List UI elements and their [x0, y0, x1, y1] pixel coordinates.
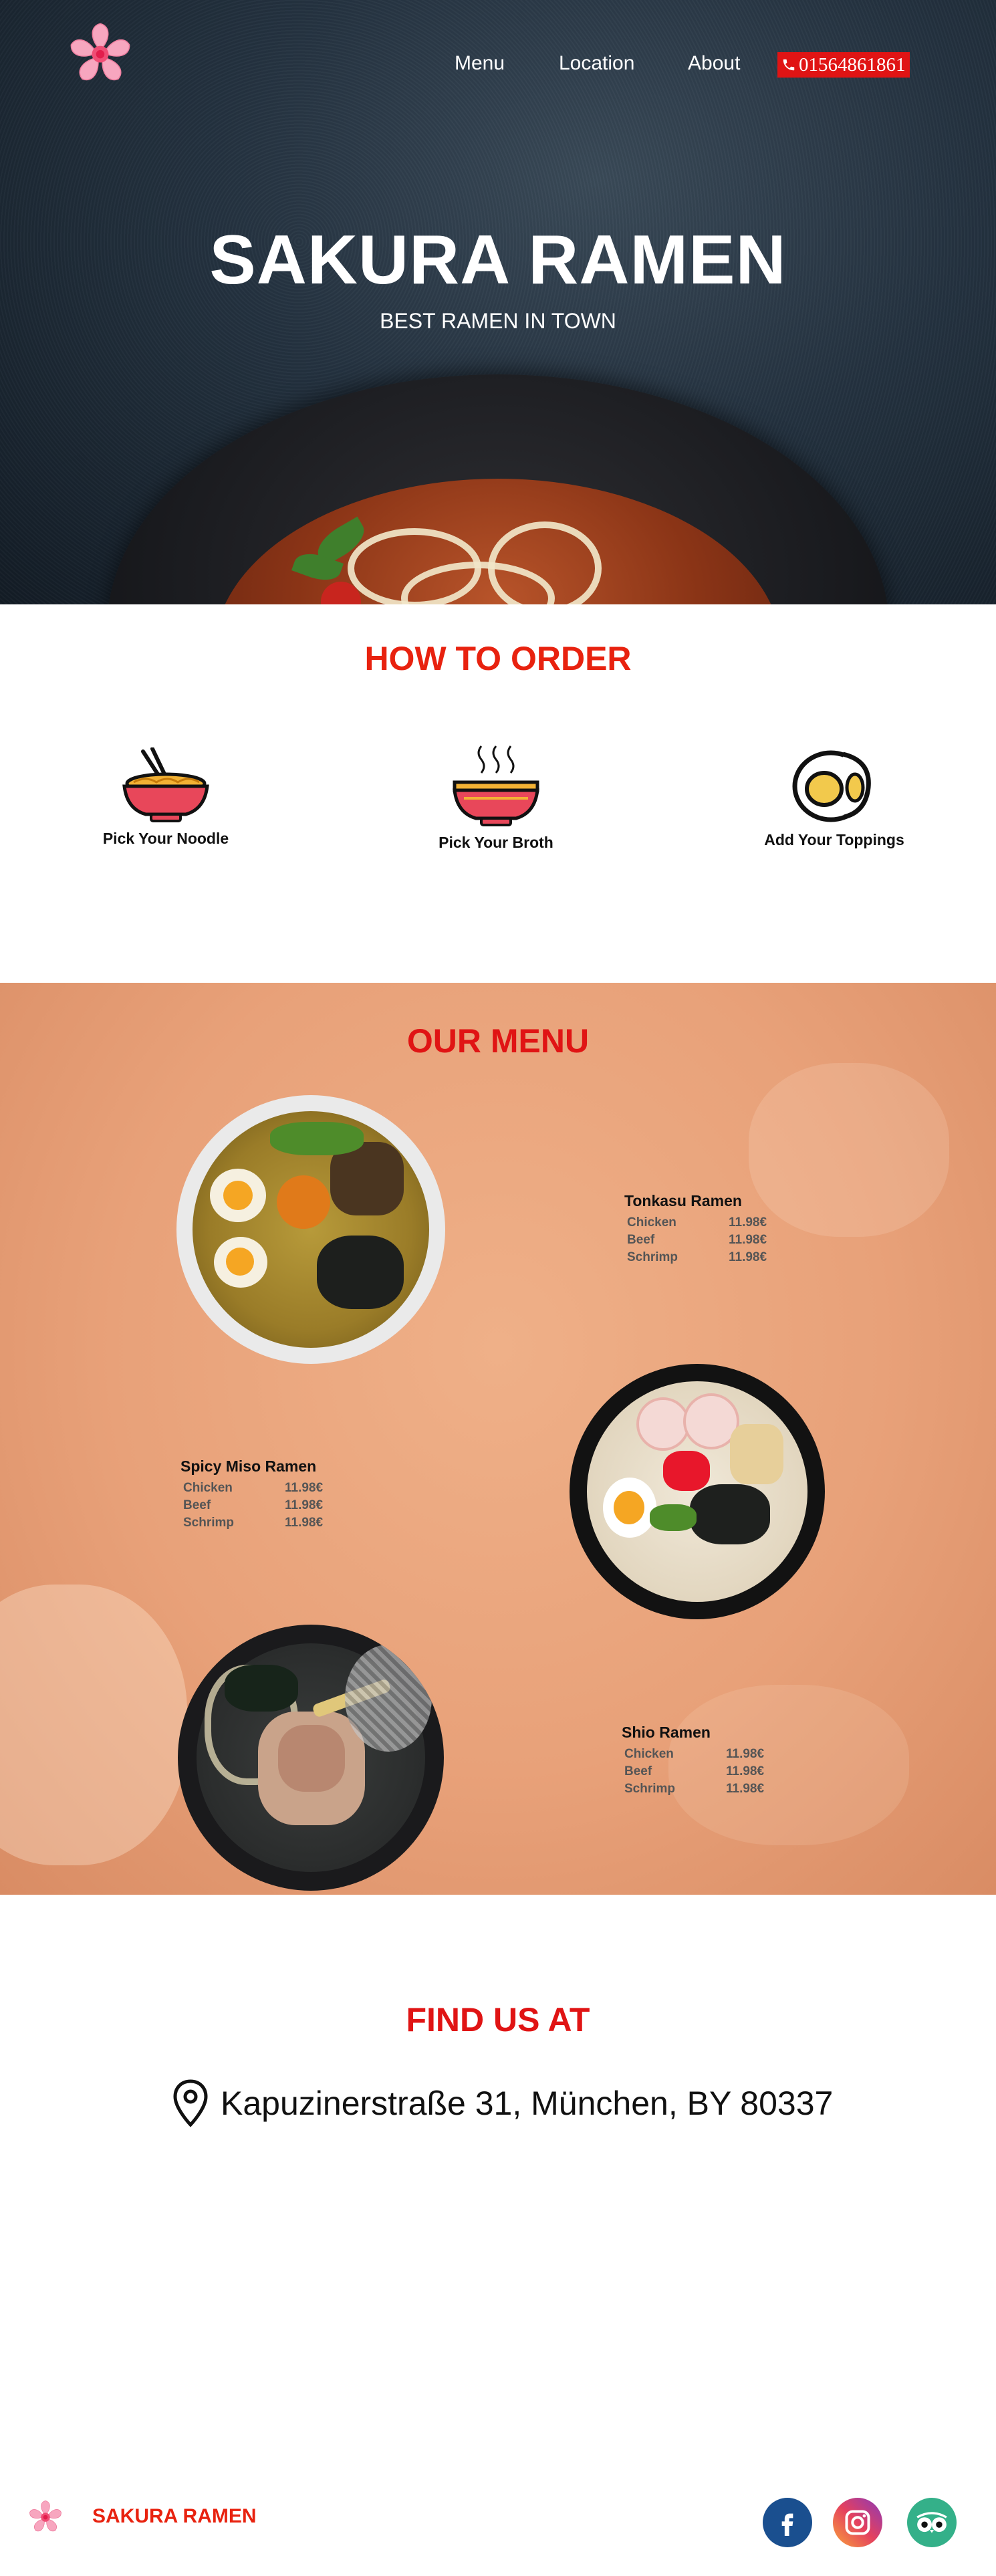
menu-option-row[interactable]: Chicken 11.98€: [624, 1214, 767, 1232]
menu-item-spicy-miso[interactable]: Spicy Miso Ramen Chicken 11.98€ Beef 11.98…: [180, 1457, 323, 1532]
option-price: 11.98€: [729, 1233, 767, 1247]
menu-item-name: Shio Ramen: [622, 1724, 711, 1741]
menu-option-row[interactable]: Schrimp 11.98€: [180, 1514, 323, 1532]
address[interactable]: Kapuzinerstraße 31, München, BY 80337: [172, 2079, 833, 2127]
menu-title: OUR MENU: [406, 1022, 590, 1060]
spicy-miso-ramen-image: [570, 1364, 825, 1619]
tonkasu-ramen-image: [176, 1095, 445, 1364]
option-label: Schrimp: [183, 1516, 235, 1530]
step-label: Pick Your Noodle: [102, 830, 229, 847]
menu-option-row[interactable]: Beef 11.98€: [622, 1763, 764, 1780]
menu-option-row[interactable]: Schrimp 11.98€: [622, 1780, 764, 1798]
option-price: 11.98€: [729, 1250, 767, 1264]
noodle-bowl-icon: [122, 747, 209, 822]
option-price: 11.98€: [726, 1782, 765, 1796]
sakura-logo-icon[interactable]: [27, 2498, 64, 2535]
option-label: Chicken: [627, 1215, 676, 1230]
broth-bowl-icon: [453, 745, 539, 826]
step-pick-noodle: Pick Your Noodle: [86, 747, 246, 848]
option-price: 11.98€: [729, 1215, 767, 1230]
map-pin-icon: [173, 2079, 208, 2127]
address-text: Kapuzinerstraße 31, München, BY 80337: [221, 2085, 834, 2122]
step-add-toppings: Add Your Toppings: [754, 747, 914, 849]
menu-item-tonkasu[interactable]: Tonkasu Ramen Chicken 11.98€ Beef 11.98€ S…: [624, 1192, 767, 1266]
option-label: Schrimp: [627, 1250, 678, 1264]
option-label: Beef: [624, 1764, 652, 1778]
phone-number: 01564861861: [799, 53, 906, 76]
egg-icon: [792, 750, 871, 822]
menu-item-name: Spicy Miso Ramen: [180, 1457, 317, 1475]
how-to-order-title: HOW TO ORDER: [364, 640, 632, 677]
find-us-title: FIND US AT: [406, 2001, 590, 2038]
hero-title: SAKURA RAMEN: [209, 221, 787, 299]
nav-location[interactable]: Location: [559, 52, 634, 75]
menu-item-shio[interactable]: Shio Ramen Chicken 11.98€ Beef 11.98€ Schr…: [622, 1724, 764, 1798]
step-label: Add Your Toppings: [764, 831, 904, 848]
hero-section: Menu Location About 01564861861 SAKURA R…: [0, 0, 996, 604]
hero-tagline: BEST RAMEN IN TOWN: [380, 309, 616, 333]
menu-section: OUR MENU Tonkasu Ramen Chicken 11.98€ Bee…: [0, 983, 996, 1895]
nav-menu[interactable]: Menu: [455, 52, 505, 75]
tripadvisor-icon[interactable]: [907, 2498, 957, 2547]
menu-option-row[interactable]: Beef 11.98€: [624, 1232, 767, 1249]
menu-option-row[interactable]: Schrimp 11.98€: [624, 1249, 767, 1266]
option-price: 11.98€: [285, 1516, 324, 1530]
phone-button[interactable]: 01564861861: [777, 52, 910, 78]
step-pick-broth: Pick Your Broth: [416, 743, 576, 852]
menu-option-row[interactable]: Chicken 11.98€: [180, 1480, 323, 1497]
nav-about[interactable]: About: [688, 52, 740, 75]
menu-item-name: Tonkasu Ramen: [624, 1192, 742, 1209]
option-price: 11.98€: [285, 1498, 324, 1512]
sakura-logo-icon[interactable]: [66, 18, 135, 88]
footer-brand: SAKURA RAMEN: [92, 2505, 257, 2527]
phone-icon: [783, 59, 795, 71]
menu-option-row[interactable]: Chicken 11.98€: [622, 1746, 764, 1763]
option-label: Chicken: [624, 1747, 674, 1761]
option-price: 11.98€: [726, 1764, 765, 1778]
option-label: Schrimp: [624, 1782, 676, 1796]
option-label: Chicken: [183, 1481, 233, 1495]
option-price: 11.98€: [726, 1747, 765, 1761]
menu-option-row[interactable]: Beef 11.98€: [180, 1497, 323, 1514]
shio-ramen-image: [178, 1625, 444, 1891]
instagram-icon[interactable]: [833, 2498, 882, 2547]
facebook-icon[interactable]: [763, 2498, 812, 2547]
step-label: Pick Your Broth: [439, 834, 553, 851]
option-label: Beef: [627, 1233, 655, 1247]
option-label: Beef: [183, 1498, 211, 1512]
option-price: 11.98€: [285, 1481, 324, 1495]
